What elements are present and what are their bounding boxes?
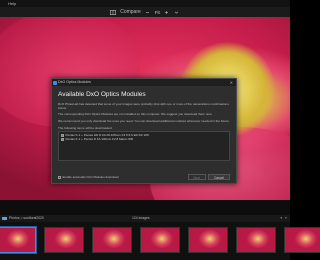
module-name: Pentax K-1 + Pentax D FA 100mm F2.8 Macr… <box>65 137 134 142</box>
folder-icon <box>2 216 7 221</box>
zoom-in-icon[interactable] <box>164 9 170 15</box>
dialog-window-title: DxO Optics Modules <box>58 80 91 84</box>
filmstrip-thumbnail[interactable] <box>236 227 276 253</box>
module-checkbox[interactable] <box>61 133 64 137</box>
chevron-down-icon[interactable] <box>174 9 180 15</box>
compare-button[interactable]: Compare <box>120 9 141 15</box>
zoom-level[interactable]: Fit <box>155 10 160 15</box>
auto-download-option[interactable]: Enable automatic DxO Modules download <box>58 175 186 179</box>
filmstrip-tools: ▾ ≡ <box>280 215 287 222</box>
filmstrip-thumbnail[interactable] <box>284 227 320 253</box>
auto-download-checkbox[interactable] <box>58 175 61 179</box>
dialog-heading: Available DxO Optics Modules <box>58 91 146 98</box>
filmstrip-thumbnail[interactable] <box>188 227 228 253</box>
menu-item-help[interactable]: Help <box>8 0 16 7</box>
dialog-paragraph: We recommend you only download the ones … <box>58 118 230 123</box>
module-item[interactable]: Pentax K-1 + Pentax D FA 100mm F2.8 Macr… <box>61 137 227 141</box>
next-button[interactable]: Next <box>187 174 207 180</box>
filmstrip-thumbnail[interactable] <box>140 227 180 253</box>
sort-icon[interactable]: ≡ <box>285 215 287 222</box>
app-icon <box>53 80 57 85</box>
module-checkbox[interactable] <box>61 137 64 141</box>
filmstrip-thumbnail[interactable] <box>0 227 36 253</box>
close-icon[interactable]: ✕ <box>230 79 233 86</box>
module-list-label: The following items will be downloaded: <box>58 125 113 130</box>
filmstrip-thumbnail[interactable] <box>92 227 132 253</box>
zoom-out-icon[interactable] <box>145 9 151 15</box>
filter-icon[interactable]: ▾ <box>280 215 282 222</box>
dialog-paragraph: The corresponding DxO Optics Modules are… <box>58 112 213 117</box>
filmstrip-header: Photos > sunfloral2020 124 images ▾ ≡ <box>0 215 290 222</box>
viewer-toolbar: Compare Fit <box>0 7 290 17</box>
module-list: Pentax K-1 + Pentax HD D FA 28-105mm F3.… <box>58 131 230 162</box>
cancel-button[interactable]: Cancel <box>208 174 230 180</box>
image-count: 124 images <box>132 216 150 220</box>
auto-download-label: Enable automatic DxO Modules download <box>62 175 119 179</box>
filmstrip <box>0 222 320 260</box>
breadcrumb[interactable]: Photos > sunfloral2020 <box>9 215 44 222</box>
dialog-paragraph: DxO PhotoLab has detected that some of y… <box>58 102 229 111</box>
filmstrip-thumbnail[interactable] <box>44 227 84 253</box>
panel-divider <box>0 200 290 215</box>
dialog-titlebar: DxO Optics Modules ✕ <box>52 79 236 86</box>
optics-modules-dialog: DxO Optics Modules ✕ Available DxO Optic… <box>51 78 237 184</box>
menu-bar: Help <box>0 0 290 7</box>
dialog-footer: Enable automatic DxO Modules download Ne… <box>58 174 230 180</box>
split-view-icon[interactable] <box>110 9 117 15</box>
